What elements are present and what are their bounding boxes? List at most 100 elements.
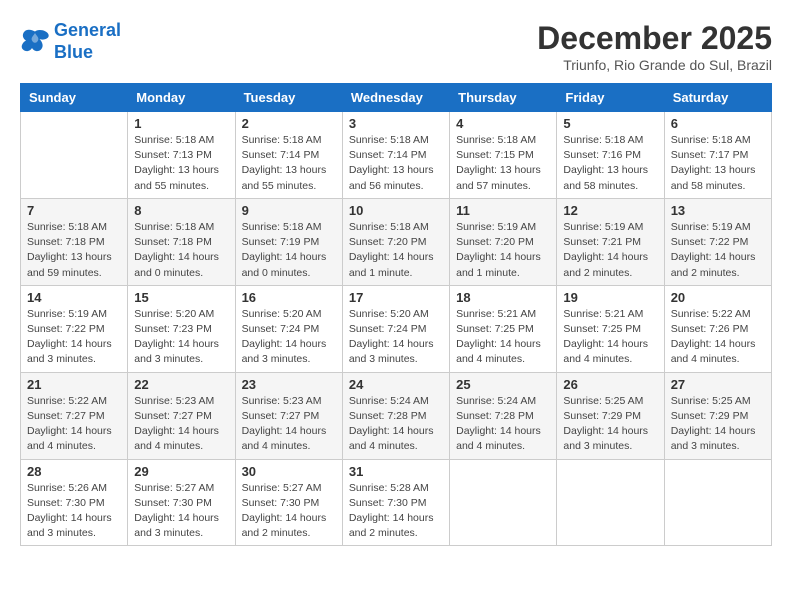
calendar-cell: 3Sunrise: 5:18 AM Sunset: 7:14 PM Daylig… bbox=[342, 112, 449, 199]
calendar-cell: 25 Sunrise: 5:24 AM Sunset: 7:28 PM Dayli… bbox=[450, 372, 557, 459]
day-number: 19 bbox=[563, 290, 657, 305]
calendar-cell bbox=[664, 459, 771, 546]
calendar-cell: 13 Sunrise: 5:19 AM Sunset: 7:22 PM Dayli… bbox=[664, 198, 771, 285]
day-info: Sunrise: 5:23 AM Sunset: 7:27 PM Dayligh… bbox=[242, 394, 336, 455]
day-info: Sunrise: 5:21 AM Sunset: 7:25 PM Dayligh… bbox=[563, 307, 657, 368]
calendar-cell: 10 Sunrise: 5:18 AM Sunset: 7:20 PM Dayli… bbox=[342, 198, 449, 285]
day-info: Sunrise: 5:19 AM Sunset: 7:21 PM Dayligh… bbox=[563, 220, 657, 281]
day-number: 20 bbox=[671, 290, 765, 305]
calendar-week-row: 7 Sunrise: 5:18 AM Sunset: 7:18 PM Daylig… bbox=[21, 198, 772, 285]
calendar-cell: 4Sunrise: 5:18 AM Sunset: 7:15 PM Daylig… bbox=[450, 112, 557, 199]
day-info: Sunrise: 5:22 AM Sunset: 7:26 PM Dayligh… bbox=[671, 307, 765, 368]
day-info: Sunrise: 5:19 AM Sunset: 7:20 PM Dayligh… bbox=[456, 220, 550, 281]
calendar-cell: 29 Sunrise: 5:27 AM Sunset: 7:30 PM Dayli… bbox=[128, 459, 235, 546]
calendar-cell: 23 Sunrise: 5:23 AM Sunset: 7:27 PM Dayli… bbox=[235, 372, 342, 459]
calendar-cell: 22Sunrise: 5:23 AM Sunset: 7:27 PM Dayli… bbox=[128, 372, 235, 459]
day-number: 7 bbox=[27, 203, 121, 218]
day-number: 10 bbox=[349, 203, 443, 218]
day-info: Sunrise: 5:24 AM Sunset: 7:28 PM Dayligh… bbox=[456, 394, 550, 455]
day-number: 25 bbox=[456, 377, 550, 392]
day-info: Sunrise: 5:27 AM Sunset: 7:30 PM Dayligh… bbox=[134, 481, 228, 542]
day-number: 30 bbox=[242, 464, 336, 479]
day-number: 22 bbox=[134, 377, 228, 392]
location-subtitle: Triunfo, Rio Grande do Sul, Brazil bbox=[537, 57, 772, 73]
weekday-header: Friday bbox=[557, 84, 664, 112]
calendar-cell: 6Sunrise: 5:18 AM Sunset: 7:17 PM Daylig… bbox=[664, 112, 771, 199]
day-info: Sunrise: 5:20 AM Sunset: 7:24 PM Dayligh… bbox=[242, 307, 336, 368]
calendar-cell: 17 Sunrise: 5:20 AM Sunset: 7:24 PM Dayli… bbox=[342, 285, 449, 372]
day-info: Sunrise: 5:26 AM Sunset: 7:30 PM Dayligh… bbox=[27, 481, 121, 542]
day-number: 2 bbox=[242, 116, 336, 131]
day-info: Sunrise: 5:18 AM Sunset: 7:15 PM Dayligh… bbox=[456, 133, 550, 194]
day-info: Sunrise: 5:20 AM Sunset: 7:24 PM Dayligh… bbox=[349, 307, 443, 368]
calendar-header-row: SundayMondayTuesdayWednesdayThursdayFrid… bbox=[21, 84, 772, 112]
day-info: Sunrise: 5:19 AM Sunset: 7:22 PM Dayligh… bbox=[671, 220, 765, 281]
logo-general: General bbox=[54, 20, 121, 40]
weekday-header: Monday bbox=[128, 84, 235, 112]
calendar-cell: 7 Sunrise: 5:18 AM Sunset: 7:18 PM Daylig… bbox=[21, 198, 128, 285]
day-number: 23 bbox=[242, 377, 336, 392]
calendar-cell: 12 Sunrise: 5:19 AM Sunset: 7:21 PM Dayli… bbox=[557, 198, 664, 285]
page-header: General Blue December 2025 Triunfo, Rio … bbox=[20, 20, 772, 73]
day-number: 29 bbox=[134, 464, 228, 479]
calendar-cell bbox=[21, 112, 128, 199]
logo-text: General Blue bbox=[54, 20, 121, 63]
calendar-cell: 9 Sunrise: 5:18 AM Sunset: 7:19 PM Daylig… bbox=[235, 198, 342, 285]
day-info: Sunrise: 5:19 AM Sunset: 7:22 PM Dayligh… bbox=[27, 307, 121, 368]
day-number: 12 bbox=[563, 203, 657, 218]
day-number: 9 bbox=[242, 203, 336, 218]
day-number: 27 bbox=[671, 377, 765, 392]
day-info: Sunrise: 5:18 AM Sunset: 7:20 PM Dayligh… bbox=[349, 220, 443, 281]
logo-icon bbox=[20, 28, 50, 56]
calendar-cell: 19 Sunrise: 5:21 AM Sunset: 7:25 PM Dayli… bbox=[557, 285, 664, 372]
day-number: 6 bbox=[671, 116, 765, 131]
day-info: Sunrise: 5:18 AM Sunset: 7:18 PM Dayligh… bbox=[27, 220, 121, 281]
calendar-cell: 28 Sunrise: 5:26 AM Sunset: 7:30 PM Dayli… bbox=[21, 459, 128, 546]
calendar-cell: 31 Sunrise: 5:28 AM Sunset: 7:30 PM Dayli… bbox=[342, 459, 449, 546]
calendar-cell: 30 Sunrise: 5:27 AM Sunset: 7:30 PM Dayli… bbox=[235, 459, 342, 546]
day-info: Sunrise: 5:22 AM Sunset: 7:27 PM Dayligh… bbox=[27, 394, 121, 455]
calendar-cell: 20 Sunrise: 5:22 AM Sunset: 7:26 PM Dayli… bbox=[664, 285, 771, 372]
day-number: 8 bbox=[134, 203, 228, 218]
calendar-cell: 1Sunrise: 5:18 AM Sunset: 7:13 PM Daylig… bbox=[128, 112, 235, 199]
day-info: Sunrise: 5:18 AM Sunset: 7:13 PM Dayligh… bbox=[134, 133, 228, 194]
day-number: 3 bbox=[349, 116, 443, 131]
day-number: 17 bbox=[349, 290, 443, 305]
day-number: 28 bbox=[27, 464, 121, 479]
calendar-week-row: 21Sunrise: 5:22 AM Sunset: 7:27 PM Dayli… bbox=[21, 372, 772, 459]
calendar-cell: 11 Sunrise: 5:19 AM Sunset: 7:20 PM Dayli… bbox=[450, 198, 557, 285]
title-block: December 2025 Triunfo, Rio Grande do Sul… bbox=[537, 20, 772, 73]
weekday-header: Tuesday bbox=[235, 84, 342, 112]
logo: General Blue bbox=[20, 20, 121, 63]
calendar-week-row: 14Sunrise: 5:19 AM Sunset: 7:22 PM Dayli… bbox=[21, 285, 772, 372]
calendar-cell: 26 Sunrise: 5:25 AM Sunset: 7:29 PM Dayli… bbox=[557, 372, 664, 459]
day-info: Sunrise: 5:25 AM Sunset: 7:29 PM Dayligh… bbox=[671, 394, 765, 455]
calendar-cell: 24Sunrise: 5:24 AM Sunset: 7:28 PM Dayli… bbox=[342, 372, 449, 459]
weekday-header: Thursday bbox=[450, 84, 557, 112]
day-info: Sunrise: 5:25 AM Sunset: 7:29 PM Dayligh… bbox=[563, 394, 657, 455]
calendar-cell bbox=[450, 459, 557, 546]
weekday-header: Sunday bbox=[21, 84, 128, 112]
day-info: Sunrise: 5:28 AM Sunset: 7:30 PM Dayligh… bbox=[349, 481, 443, 542]
logo-blue: Blue bbox=[54, 42, 121, 64]
calendar-cell: 21Sunrise: 5:22 AM Sunset: 7:27 PM Dayli… bbox=[21, 372, 128, 459]
day-info: Sunrise: 5:24 AM Sunset: 7:28 PM Dayligh… bbox=[349, 394, 443, 455]
day-number: 16 bbox=[242, 290, 336, 305]
day-number: 31 bbox=[349, 464, 443, 479]
day-info: Sunrise: 5:21 AM Sunset: 7:25 PM Dayligh… bbox=[456, 307, 550, 368]
day-number: 18 bbox=[456, 290, 550, 305]
calendar-cell: 2Sunrise: 5:18 AM Sunset: 7:14 PM Daylig… bbox=[235, 112, 342, 199]
month-title: December 2025 bbox=[537, 20, 772, 57]
calendar-cell bbox=[557, 459, 664, 546]
day-info: Sunrise: 5:18 AM Sunset: 7:16 PM Dayligh… bbox=[563, 133, 657, 194]
day-info: Sunrise: 5:18 AM Sunset: 7:19 PM Dayligh… bbox=[242, 220, 336, 281]
day-number: 13 bbox=[671, 203, 765, 218]
calendar-cell: 8Sunrise: 5:18 AM Sunset: 7:18 PM Daylig… bbox=[128, 198, 235, 285]
calendar-cell: 18 Sunrise: 5:21 AM Sunset: 7:25 PM Dayli… bbox=[450, 285, 557, 372]
calendar-cell: 15Sunrise: 5:20 AM Sunset: 7:23 PM Dayli… bbox=[128, 285, 235, 372]
day-info: Sunrise: 5:27 AM Sunset: 7:30 PM Dayligh… bbox=[242, 481, 336, 542]
weekday-header: Saturday bbox=[664, 84, 771, 112]
day-number: 11 bbox=[456, 203, 550, 218]
day-number: 26 bbox=[563, 377, 657, 392]
calendar-cell: 14Sunrise: 5:19 AM Sunset: 7:22 PM Dayli… bbox=[21, 285, 128, 372]
